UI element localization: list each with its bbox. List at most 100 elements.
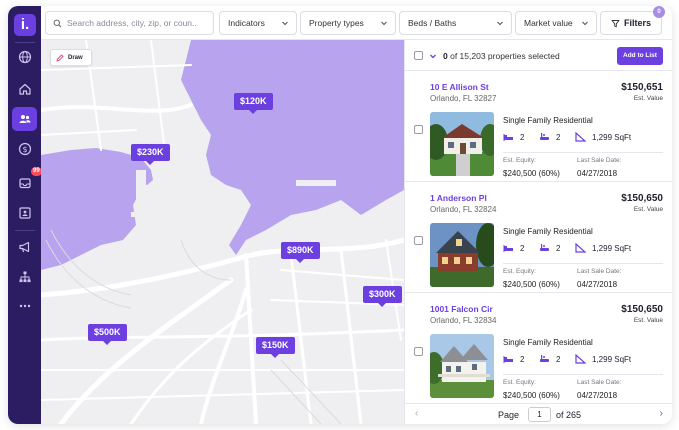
map-price-pin[interactable]: $890K (281, 242, 320, 263)
map-price-pin[interactable]: $230K (131, 144, 170, 165)
megaphone-icon (18, 241, 29, 253)
search-box (45, 11, 214, 35)
add-to-list-button[interactable]: Add to List (617, 47, 663, 65)
property-specs: 2 2 1,299 SqFt (503, 132, 663, 146)
sidebar-item-globe[interactable] (12, 45, 37, 69)
sidebar-item-contacts[interactable] (12, 201, 37, 225)
area-ruler-icon (575, 354, 586, 364)
property-checkbox[interactable] (414, 236, 423, 245)
property-type: Single Family Residential (503, 338, 593, 347)
area-ruler-icon (575, 243, 586, 253)
beds-spec: 2 (503, 132, 524, 142)
beds-spec: 2 (503, 243, 524, 253)
sidebar-divider (15, 42, 35, 43)
sidebar-item-users[interactable] (12, 107, 37, 131)
property-card[interactable]: 1 Anderson Pl Orlando, FL 32824 $150,650… (405, 183, 672, 293)
sidebar-item-campaigns[interactable] (12, 235, 37, 259)
sidebar-item-inbox[interactable]: 99 (12, 167, 42, 195)
equity-value: $240,500 (60%) (503, 391, 560, 400)
chevron-down-icon (582, 21, 588, 26)
draw-button[interactable]: Draw (50, 49, 92, 66)
sqft-value: 1,299 SqFt (592, 354, 632, 364)
prev-page-button[interactable]: ‹ (415, 408, 418, 419)
map-price-pin[interactable]: $300K (363, 286, 402, 307)
equity-value: $240,500 (60%) (503, 280, 560, 289)
property-address[interactable]: 10 E Allison St (430, 82, 489, 92)
pagination: ‹ Page 1 of 265 › (405, 403, 672, 424)
chevron-down-icon (381, 21, 387, 26)
house-photo (430, 223, 494, 287)
baths-spec: 2 (539, 354, 560, 364)
chevron-down-icon[interactable] (429, 52, 437, 60)
baths-spec: 2 (539, 243, 560, 253)
bath-icon (540, 133, 549, 140)
baths-count: 2 (556, 354, 561, 364)
map-price-pin[interactable]: $120K (234, 93, 273, 114)
property-checkbox[interactable] (414, 125, 423, 134)
property-types-dropdown[interactable]: Property types (300, 11, 396, 35)
beds-baths-dropdown[interactable]: Beds / Baths (399, 11, 512, 35)
sidebar-item-organization[interactable] (12, 265, 37, 289)
property-map[interactable]: Draw $120K $230K $890K $300K $500K $150K (41, 40, 404, 424)
equity-label: Est. Equity: (503, 379, 536, 386)
map-price-pin[interactable]: $500K (88, 324, 127, 345)
property-photo[interactable] (430, 334, 494, 398)
property-photo[interactable] (430, 112, 494, 176)
property-address[interactable]: 1001 Falcon Cir (430, 304, 493, 314)
inbox-icon (18, 178, 31, 189)
filters-label: Filters (623, 18, 651, 28)
map-price-pin[interactable]: $150K (256, 337, 295, 358)
selection-summary: 0 of 15,203 properties selected (443, 51, 560, 61)
property-city: Orlando, FL 32834 (430, 316, 497, 325)
next-page-button[interactable]: › (660, 408, 663, 419)
dropdown-label: Beds / Baths (408, 18, 457, 28)
sidebar-item-more[interactable] (12, 294, 37, 318)
last-sale-label: Last Sale Date: (577, 157, 622, 164)
sqft-spec: 1,299 SqFt (575, 243, 631, 253)
property-price: $150,651 (621, 82, 663, 93)
search-input[interactable] (67, 18, 197, 28)
bed-icon (503, 245, 513, 252)
property-card[interactable]: 10 E Allison St Orlando, FL 32827 $150,6… (405, 72, 672, 182)
filters-button[interactable]: Filters 0 (600, 6, 665, 35)
org-chart-icon (19, 271, 30, 283)
indicators-dropdown[interactable]: Indicators (219, 11, 297, 35)
property-card[interactable]: 1001 Falcon Cir Orlando, FL 32834 $150,6… (405, 294, 672, 404)
property-checkbox[interactable] (414, 347, 423, 356)
draw-pencil-icon (56, 53, 64, 62)
page-total: of 265 (556, 410, 582, 420)
beds-count: 2 (520, 354, 525, 364)
sqft-spec: 1,299 SqFt (575, 354, 631, 364)
baths-count: 2 (556, 132, 561, 142)
equity-value: $240,500 (60%) (503, 169, 560, 178)
chevron-down-icon (497, 21, 503, 26)
dollar-icon: $ (18, 142, 31, 156)
beds-count: 2 (520, 132, 525, 142)
sidebar-item-home[interactable] (12, 77, 37, 101)
last-sale-value: 04/27/2018 (577, 391, 618, 400)
last-sale-value: 04/27/2018 (577, 169, 618, 178)
app-logo[interactable]: i. (14, 14, 36, 36)
price-label: Est. Value (633, 317, 663, 324)
baths-count: 2 (556, 243, 561, 253)
sidebar-divider (15, 230, 35, 231)
property-photo[interactable] (430, 223, 494, 287)
area-ruler-icon (575, 132, 586, 142)
property-price: $150,650 (621, 304, 663, 315)
property-address[interactable]: 1 Anderson Pl (430, 193, 487, 203)
selected-text: of 15,203 properties selected (450, 51, 560, 61)
users-icon (19, 115, 30, 123)
chevron-down-icon (282, 21, 288, 26)
divider (503, 152, 663, 153)
page-label: Page (498, 410, 520, 420)
sidebar: i. $ 99 (8, 6, 42, 424)
draw-label: Draw (68, 54, 83, 61)
select-all-checkbox[interactable] (414, 51, 423, 60)
sidebar-item-dollar[interactable]: $ (12, 137, 37, 161)
svg-text:$: $ (22, 145, 27, 154)
more-icon (19, 304, 30, 308)
filter-toolbar: Indicators Property types Beds / Baths M… (41, 6, 672, 40)
bed-icon (503, 134, 513, 141)
page-number-input[interactable]: 1 (528, 407, 551, 422)
market-value-dropdown[interactable]: Market value (515, 11, 597, 35)
